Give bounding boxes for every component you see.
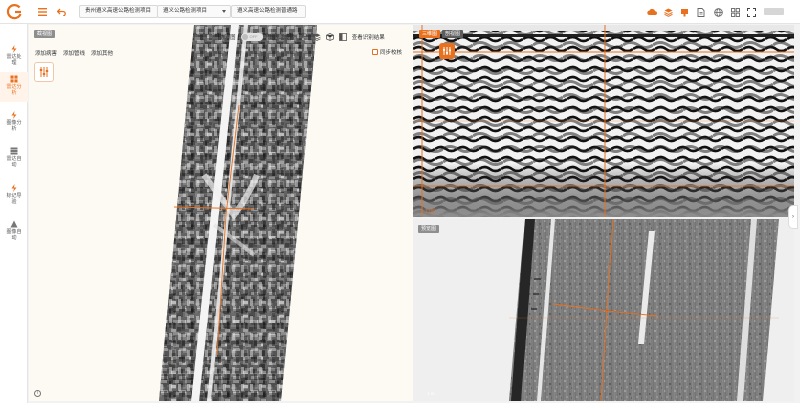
top-bar: 贵州遵义高速公路检测项目 遵义公路检测项目 遵义高速公路检测普通路 xyxy=(0,0,800,24)
image-auto-icon xyxy=(10,220,18,228)
depth-label: 1.08 xyxy=(425,209,435,215)
add-defect-button[interactable]: 添加病害 xyxy=(35,49,57,57)
cube-icon[interactable] xyxy=(325,33,334,41)
sidebar-item-label: 图像自动 xyxy=(6,229,22,241)
sidebar-item-image-auto[interactable]: 图像自动 xyxy=(0,217,28,247)
road-scan-image xyxy=(159,25,317,401)
sidebar-item-radar-process[interactable]: 雷达处理 xyxy=(0,42,28,72)
road-preview-image xyxy=(509,219,779,401)
preview-view-label: 预览图 xyxy=(418,225,440,233)
sliders-icon xyxy=(39,67,49,77)
add-pipeline-button[interactable]: 添加管线 xyxy=(63,49,85,57)
breadcrumb-road[interactable]: 遵义高速公路检测普通路 xyxy=(231,5,306,18)
grid-icon[interactable] xyxy=(729,6,741,18)
annotation-tools: 添加病害 添加管线 添加其他 xyxy=(35,49,113,57)
back-icon[interactable] xyxy=(55,6,67,18)
info-icon[interactable]: i xyxy=(34,390,41,397)
radar-filter-button[interactable] xyxy=(439,43,455,59)
pseudocolor-toggle-state: OFF xyxy=(249,34,258,39)
sidebar-item-mark[interactable]: 标记导验 xyxy=(0,181,28,211)
view-toolbar: 伪彩图 OFF 雷达IP设置 查看识别结果 xyxy=(219,31,385,43)
view-results-button[interactable]: 查看识别结果 xyxy=(352,33,385,41)
preview-panel: 预览图 1 m xyxy=(413,219,794,401)
sync-check-label: 同步校核 xyxy=(380,50,403,56)
layers-icon[interactable] xyxy=(313,33,321,41)
sidebar-item-label: 雷达自动 xyxy=(6,156,22,168)
export-icon[interactable] xyxy=(678,6,690,18)
radar-ip-settings-button[interactable]: 雷达IP设置 xyxy=(268,33,295,41)
breadcrumb-subproject[interactable]: 遵义公路检测项目 xyxy=(157,5,231,18)
sidebar-item-label: 雷达处理 xyxy=(6,54,22,66)
panel-toggle-icon[interactable] xyxy=(338,33,347,41)
sidebar: 雷达处理 雷达分析 图像分析 雷达自动 标记导验 图像自动 xyxy=(0,24,28,403)
radar-auto-icon xyxy=(10,147,18,155)
radar-view-tabs: 三维图 剖视图 xyxy=(419,30,464,38)
sidebar-item-label: 标记导验 xyxy=(6,193,22,205)
adjust-icon[interactable] xyxy=(300,33,308,41)
radar-profile-image xyxy=(413,25,794,217)
filter-settings-button[interactable] xyxy=(34,62,54,82)
radar-process-icon xyxy=(11,45,17,53)
sidebar-item-image-analysis[interactable]: 图像分析 xyxy=(0,108,28,138)
section-view-panel: 截视图 添加病害 添加管线 添加其他 伪彩图 OFF 雷达IP设置 查看识别结果… xyxy=(29,25,413,401)
sync-checkbox[interactable] xyxy=(372,49,378,55)
sync-check[interactable]: 同步校核 xyxy=(372,48,402,56)
radar-analysis-icon xyxy=(10,75,18,83)
tab-section-view[interactable]: 剖视图 xyxy=(442,30,464,38)
add-other-button[interactable]: 添加其他 xyxy=(91,49,113,57)
user-name[interactable] xyxy=(764,8,784,15)
scale-label: 1 m xyxy=(427,391,435,396)
cloud-icon[interactable] xyxy=(646,6,658,18)
layers-icon[interactable] xyxy=(662,6,674,18)
sidebar-item-radar-analysis[interactable]: 雷达分析 xyxy=(0,72,28,102)
chevron-down-icon xyxy=(222,10,226,13)
breadcrumb-subproject-label: 遵义公路检测项目 xyxy=(163,8,208,14)
menu-icon[interactable] xyxy=(36,6,48,18)
collapse-panel-button[interactable]: › xyxy=(788,205,798,229)
chevron-right-icon: › xyxy=(792,214,794,220)
sidebar-item-label: 图像分析 xyxy=(6,120,22,132)
sidebar-item-radar-auto[interactable]: 雷达自动 xyxy=(0,144,28,174)
image-analysis-icon xyxy=(11,111,17,119)
pseudocolor-toggle[interactable]: OFF xyxy=(240,33,263,41)
radar-profile-panel: 三维图 剖视图 1.08 xyxy=(413,25,794,217)
document-icon[interactable] xyxy=(695,6,707,18)
pseudocolor-label: 伪彩图 xyxy=(219,35,236,41)
breadcrumb-project[interactable]: 贵州遵义高速公路检测项目 xyxy=(79,5,158,18)
app-logo xyxy=(6,4,22,20)
mark-icon xyxy=(11,184,17,192)
tab-3d-view[interactable]: 三维图 xyxy=(419,30,441,38)
sliders-icon xyxy=(443,47,451,55)
globe-icon[interactable] xyxy=(712,6,724,18)
sidebar-item-label: 雷达分析 xyxy=(6,84,22,96)
fullscreen-icon[interactable] xyxy=(745,6,757,18)
section-view-label: 截视图 xyxy=(34,30,56,38)
